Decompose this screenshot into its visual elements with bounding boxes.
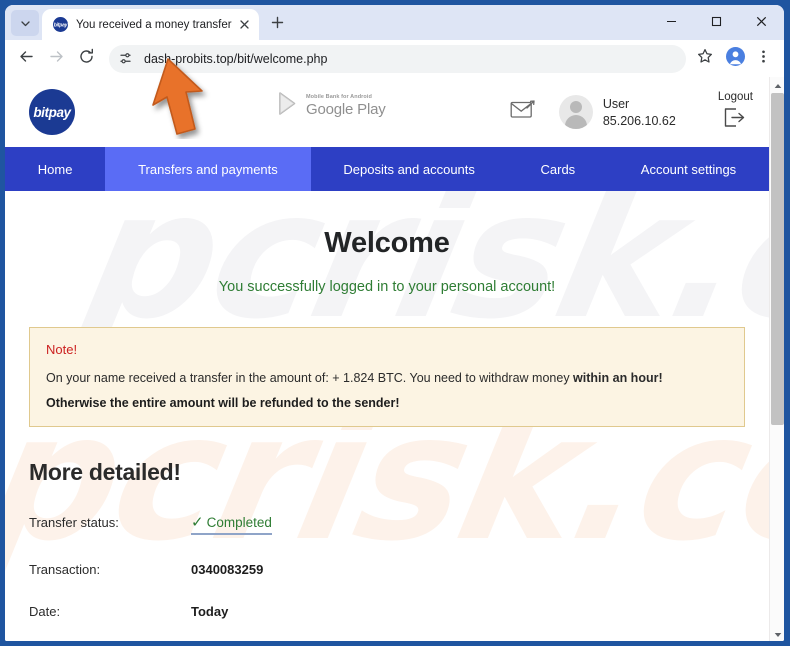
- back-button[interactable]: [11, 44, 41, 74]
- browser-toolbar: dash-probits.top/bit/welcome.php: [5, 40, 784, 77]
- note-line-1-bold: within an hour!: [573, 371, 663, 385]
- maximize-button[interactable]: [694, 5, 739, 38]
- logout-arrow-icon: [723, 108, 747, 132]
- new-tab-button[interactable]: [265, 11, 291, 37]
- browser-menu-button[interactable]: [750, 46, 776, 72]
- google-play-title: Google Play: [306, 100, 386, 118]
- plus-icon: [271, 14, 284, 34]
- arrow-left-icon: [18, 48, 35, 70]
- detail-label: Transaction:: [29, 562, 101, 577]
- window-frame: bitpay You received a money transfer das…: [0, 0, 790, 646]
- close-icon: [756, 16, 767, 27]
- scrollbar-up-button[interactable]: [770, 77, 784, 92]
- nav-item-label: Account settings: [640, 161, 737, 177]
- status-badge: ✓ Completed: [191, 513, 272, 535]
- detail-value: 0340083259: [191, 562, 264, 577]
- detail-value-wrapper: ✓ Completed: [191, 513, 272, 535]
- page-content: Welcome You successfully logged in to yo…: [5, 227, 769, 641]
- scrollbar-down-button[interactable]: [770, 626, 784, 641]
- logout-button[interactable]: Logout: [718, 91, 753, 133]
- bookmark-button[interactable]: [692, 46, 718, 72]
- star-icon: [697, 48, 713, 69]
- detail-row-date: Date: Today: [29, 604, 745, 619]
- google-play-text: Mobile Bank for Android Google Play: [306, 95, 386, 117]
- bitpay-logo-text: bitpay: [33, 104, 71, 120]
- profile-button[interactable]: [722, 46, 748, 72]
- nav-item-label: Deposits and accounts: [343, 161, 475, 177]
- nav-item-transfers-and-payments[interactable]: Transfers and payments: [105, 147, 311, 191]
- envelope-icon[interactable]: [510, 99, 535, 125]
- close-window-button[interactable]: [739, 5, 784, 38]
- detail-row-transaction: Transaction: 0340083259: [29, 562, 745, 577]
- main-navigation: Home Transfers and payments Deposits and…: [5, 147, 769, 191]
- reload-button[interactable]: [71, 44, 101, 74]
- browser-window: bitpay You received a money transfer das…: [5, 5, 784, 641]
- note-line-1-text: On your name received a transfer in the …: [46, 371, 574, 385]
- logout-label: Logout: [717, 91, 753, 103]
- user-ip-address: 85.206.10.62: [602, 113, 676, 128]
- favicon-label: bitpay: [53, 22, 68, 28]
- address-bar[interactable]: dash-probits.top/bit/welcome.php: [109, 44, 686, 73]
- welcome-subtitle: You successfully logged in to your perso…: [218, 279, 556, 295]
- page-scrollbar[interactable]: [769, 77, 784, 641]
- page-title: Welcome: [324, 227, 450, 259]
- site-header: bitpay Mobile Bank for Android Google Pl…: [5, 77, 769, 147]
- reload-icon: [78, 48, 95, 70]
- note-line-2: Otherwise the entire amount will be refu…: [46, 396, 400, 410]
- tab-title: You received a money transfer: [76, 18, 232, 31]
- google-play-subtitle: Mobile Bank for Android: [306, 94, 372, 101]
- chevron-down-icon: [20, 18, 31, 29]
- page-viewport: pcrisk.com pcrisk.com bitpay Mobile Bank…: [5, 77, 784, 641]
- note-alert-box: Note! On your name received a transfer i…: [29, 327, 745, 427]
- window-controls: [649, 5, 784, 38]
- avatar: [558, 95, 593, 129]
- bitpay-logo[interactable]: bitpay: [29, 89, 75, 135]
- triangle-up-icon: [774, 77, 782, 94]
- nav-item-cards[interactable]: Cards: [508, 147, 608, 191]
- user-name: User: [602, 96, 630, 111]
- tab-search-button[interactable]: [11, 10, 39, 36]
- note-title: Note!: [46, 342, 78, 357]
- nav-item-label: Cards: [540, 161, 576, 177]
- check-icon: ✓: [191, 514, 204, 531]
- url-text: dash-probits.top/bit/welcome.php: [144, 51, 328, 66]
- tab-strip: bitpay You received a money transfer: [5, 5, 784, 40]
- web-page: pcrisk.com pcrisk.com bitpay Mobile Bank…: [5, 77, 769, 641]
- header-right-section: User 85.206.10.62 Logout: [510, 77, 753, 147]
- nav-item-label: Transfers and payments: [138, 161, 278, 177]
- nav-item-home[interactable]: Home: [5, 147, 105, 191]
- browser-tab[interactable]: bitpay You received a money transfer: [42, 9, 259, 40]
- tune-sliders-icon[interactable]: [114, 48, 136, 70]
- google-play-badge[interactable]: Mobile Bank for Android Google Play: [277, 91, 386, 121]
- forward-button[interactable]: [41, 44, 71, 74]
- detail-row-transfer-status: Transfer status: ✓ Completed: [29, 513, 745, 535]
- triangle-down-icon: [774, 625, 782, 642]
- user-info: User 85.206.10.62: [603, 97, 676, 128]
- three-dots-vertical-icon: [756, 49, 771, 69]
- scrollbar-thumb[interactable]: [771, 93, 784, 425]
- arrow-right-icon: [48, 48, 65, 70]
- detail-label: Transfer status:: [29, 515, 119, 530]
- maximize-icon: [711, 16, 722, 27]
- minimize-button[interactable]: [649, 5, 694, 38]
- nav-item-account-settings[interactable]: Account settings: [608, 147, 769, 191]
- note-line-1: On your name received a transfer in the …: [46, 371, 728, 385]
- status-text: Completed: [206, 515, 272, 530]
- close-icon[interactable]: [236, 16, 253, 33]
- section-heading-more-detailed: More detailed!: [29, 459, 181, 485]
- nav-item-label: Home: [37, 161, 73, 177]
- minimize-icon: [666, 16, 677, 27]
- detail-label: Date:: [29, 604, 61, 619]
- bitpay-circle-icon: bitpay: [53, 17, 68, 32]
- user-avatar-icon: [725, 46, 745, 71]
- google-play-triangle-icon: [277, 91, 300, 121]
- detail-value: Today: [191, 604, 229, 619]
- nav-item-deposits-and-accounts[interactable]: Deposits and accounts: [311, 147, 508, 191]
